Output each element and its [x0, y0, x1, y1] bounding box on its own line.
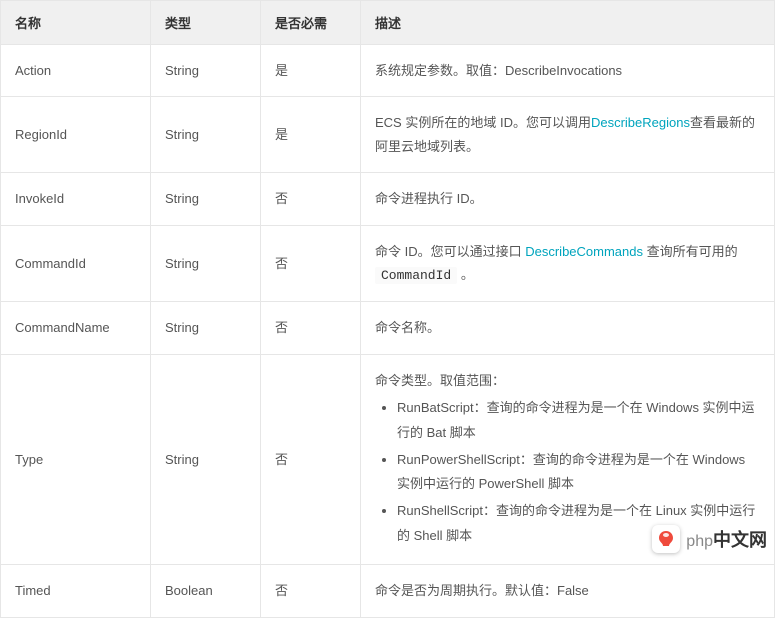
cell-required: 是 — [261, 97, 361, 173]
table-row: CommandIdString否命令 ID。您可以通过接口 DescribeCo… — [1, 225, 775, 302]
cell-name: CommandId — [1, 225, 151, 302]
table-row: TimedBoolean否命令是否为周期执行。默认值：False — [1, 565, 775, 617]
parameters-table: 名称 类型 是否必需 描述 ActionString是系统规定参数。取值：Des… — [0, 0, 775, 618]
cell-type: String — [151, 45, 261, 97]
list-item: RunShellScript：查询的命令进程为是一个在 Linux 实例中运行的… — [397, 499, 760, 548]
cell-name: Action — [1, 45, 151, 97]
header-description: 描述 — [361, 1, 775, 45]
cell-type: String — [151, 225, 261, 302]
cell-required: 否 — [261, 225, 361, 302]
cell-required: 否 — [261, 173, 361, 225]
desc-text: 命令 ID。您可以通过接口 — [375, 244, 525, 259]
cell-name: Timed — [1, 565, 151, 617]
cell-description: 命令名称。 — [361, 302, 775, 354]
cell-description: 命令 ID。您可以通过接口 DescribeCommands 查询所有可用的 C… — [361, 225, 775, 302]
cell-description: 命令类型。取值范围： RunBatScript：查询的命令进程为是一个在 Wind… — [361, 354, 775, 565]
desc-text: 。 — [457, 267, 474, 282]
cell-type: Boolean — [151, 565, 261, 617]
table-row: CommandNameString否命令名称。 — [1, 302, 775, 354]
cell-name: CommandName — [1, 302, 151, 354]
cell-name: RegionId — [1, 97, 151, 173]
link-describe-regions[interactable]: DescribeRegions — [591, 115, 690, 130]
cell-type: String — [151, 97, 261, 173]
desc-intro: 命令类型。取值范围： — [375, 369, 760, 392]
cell-required: 是 — [261, 45, 361, 97]
header-type: 类型 — [151, 1, 261, 45]
code-commandid: CommandId — [375, 267, 457, 284]
cell-name: InvokeId — [1, 173, 151, 225]
desc-text: 命令是否为周期执行。默认值：False — [375, 583, 589, 598]
cell-description: 系统规定参数。取值：DescribeInvocations — [361, 45, 775, 97]
header-required: 是否必需 — [261, 1, 361, 45]
desc-text: 系统规定参数。取值：DescribeInvocations — [375, 63, 622, 78]
cell-description: 命令进程执行 ID。 — [361, 173, 775, 225]
list-item: RunBatScript：查询的命令进程为是一个在 Windows 实例中运行的… — [397, 396, 760, 445]
list-item: RunPowerShellScript：查询的命令进程为是一个在 Windows… — [397, 448, 760, 497]
header-row: 名称 类型 是否必需 描述 — [1, 1, 775, 45]
table-row: ActionString是系统规定参数。取值：DescribeInvocatio… — [1, 45, 775, 97]
cell-name: Type — [1, 354, 151, 565]
cell-description: ECS 实例所在的地域 ID。您可以调用DescribeRegions查看最新的… — [361, 97, 775, 173]
header-name: 名称 — [1, 1, 151, 45]
cell-description: 命令是否为周期执行。默认值：False — [361, 565, 775, 617]
cell-type: String — [151, 354, 261, 565]
cell-required: 否 — [261, 302, 361, 354]
desc-text: ECS 实例所在的地域 ID。您可以调用 — [375, 115, 591, 130]
desc-text: 查询所有可用的 — [643, 244, 738, 259]
desc-list: RunBatScript：查询的命令进程为是一个在 Windows 实例中运行的… — [375, 396, 760, 548]
cell-type: String — [151, 173, 261, 225]
table-row: InvokeIdString否命令进程执行 ID。 — [1, 173, 775, 225]
link-describe-commands[interactable]: DescribeCommands — [525, 244, 643, 259]
cell-type: String — [151, 302, 261, 354]
cell-required: 否 — [261, 354, 361, 565]
desc-text: 命令进程执行 ID。 — [375, 191, 483, 206]
table-row: TypeString否命令类型。取值范围： RunBatScript：查询的命令进… — [1, 354, 775, 565]
desc-text: 命令名称。 — [375, 320, 440, 335]
cell-required: 否 — [261, 565, 361, 617]
table-row: RegionIdString是ECS 实例所在的地域 ID。您可以调用Descr… — [1, 97, 775, 173]
